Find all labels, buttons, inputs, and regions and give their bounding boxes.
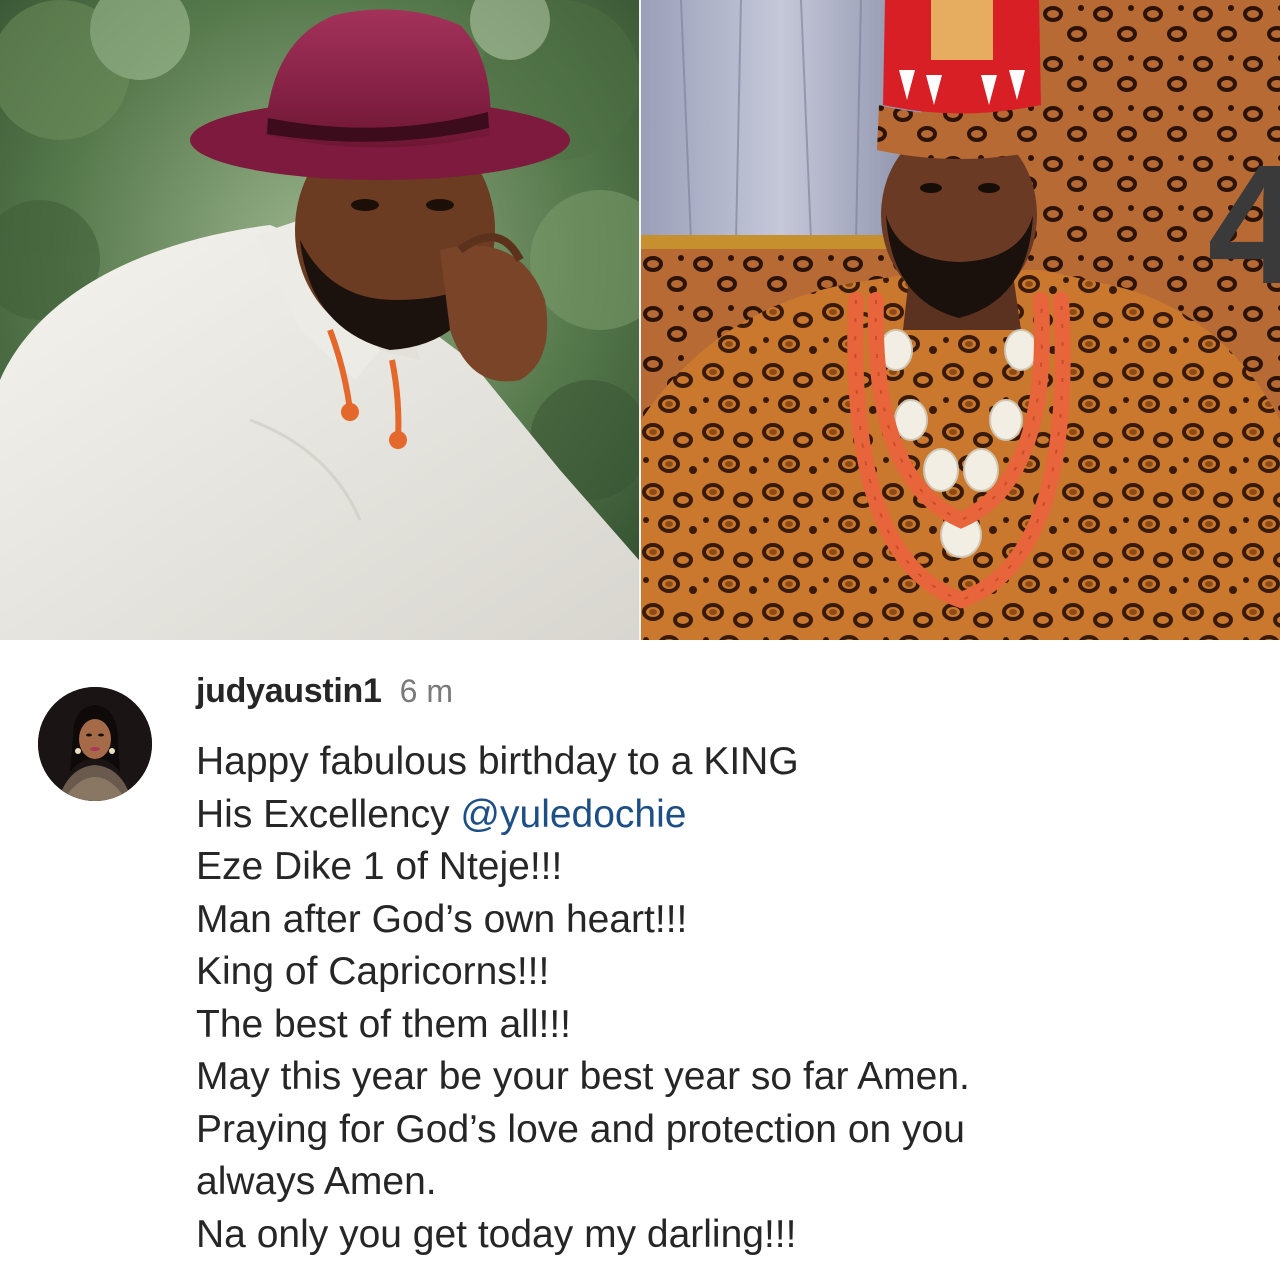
comment-line: May this year be your best year so far A…	[196, 1055, 970, 1098]
comment-line: His Excellency @yuledochie	[196, 789, 1256, 842]
avatar[interactable]	[38, 687, 152, 801]
comment-header: judyaustin1 6 m	[196, 672, 453, 711]
comment-line: always Amen.	[196, 1160, 437, 1203]
comment-line-prefix: His Excellency	[196, 792, 461, 836]
photo-man-in-crown: 4	[641, 0, 1280, 640]
photo-collage: 4	[0, 0, 1280, 640]
comment-text: Happy fabulous birthday to a KING His Ex…	[196, 736, 1256, 1261]
image-counter: 4	[1207, 130, 1280, 320]
comment-line: The best of them all!!!	[196, 1002, 572, 1046]
mention-link[interactable]: @yuledochie	[460, 793, 686, 836]
username-link[interactable]: judyaustin1	[196, 672, 382, 711]
comment-line: Na only you get today my darling!!!	[196, 1212, 797, 1256]
comment-line: Praying for God’s love and protection on…	[196, 1107, 965, 1151]
comment-line: Man after God’s own heart!!!	[196, 897, 688, 941]
comment-line: Happy fabulous birthday to a KING	[196, 740, 799, 783]
comment-line: Eze Dike 1 of Nteje!!!	[196, 845, 563, 888]
comment-line: King of Capricorns!!!	[196, 950, 550, 993]
photo-man-in-fedora	[0, 0, 639, 640]
comment-timestamp: 6 m	[399, 673, 453, 709]
